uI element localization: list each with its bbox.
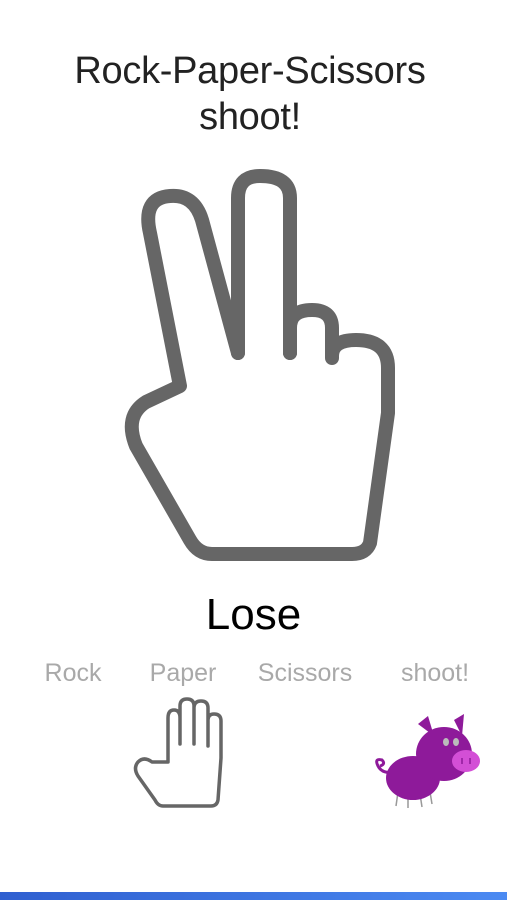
result-text: Lose — [205, 590, 302, 639]
choice-rock-button[interactable]: Rock — [34, 656, 112, 690]
title-line-2: shoot! — [199, 96, 301, 138]
bottom-bar — [0, 892, 507, 900]
scissors-hand-icon — [124, 169, 395, 561]
title-line-1: Rock-Paper-Scissors — [74, 50, 426, 92]
game-screen: Rock-Paper-Scissors shoot! Lose Rock Pap… — [0, 0, 507, 900]
game-title: Rock-Paper-Scissors shoot! — [0, 48, 500, 140]
pig-icon — [375, 714, 480, 808]
shoot-button[interactable]: shoot! — [392, 656, 478, 690]
paper-hand-icon — [133, 697, 223, 808]
choice-paper-button[interactable]: Paper — [140, 656, 226, 690]
choice-bar: Rock Paper Scissors shoot! — [0, 656, 507, 692]
choice-scissors-button[interactable]: Scissors — [250, 656, 360, 690]
